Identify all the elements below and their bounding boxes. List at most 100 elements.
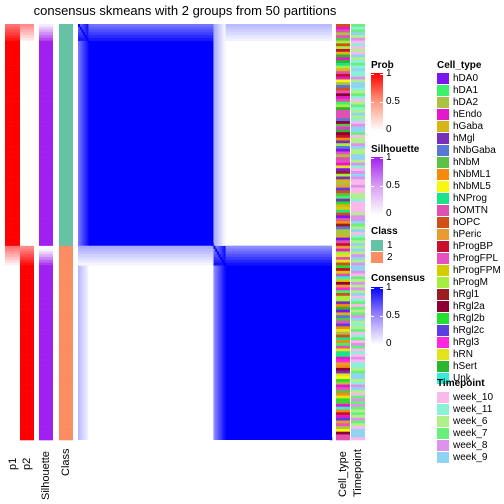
p1-cell [5,193,20,197]
cell-type-cell [336,87,350,91]
p1-cell [5,26,20,30]
consensus-diagonal-cell [233,279,236,283]
cell-type-cell [336,35,350,39]
p1-cell [5,373,20,377]
cell-type-cell [336,317,350,322]
consensus-row-cell [78,32,214,36]
timepoint-cell [351,190,365,194]
silhouette-cell [39,406,53,410]
consensus-diagonal-cell [318,417,321,421]
p2-cell [20,337,34,341]
class-cell [59,137,73,141]
consensus-diagonal-cell [243,295,246,299]
class-cell [59,229,73,233]
label-cell-type: Cell_type [337,451,349,497]
silhouette-cell [39,370,53,374]
class-cell [59,434,73,438]
timepoint-cell [351,370,365,374]
class-cell [59,387,73,391]
consensus-diagonal-cell [293,376,296,380]
p1-cell [5,434,20,438]
class-cell [59,359,73,363]
p2-cell [20,62,34,66]
timepoint-cell [351,140,365,144]
p1-cell [5,251,20,255]
consensus-row-cell [78,245,214,249]
silhouette-cell [39,121,53,125]
timepoint-cell [351,193,365,197]
consensus-diagonal-cell [326,431,329,435]
p1-cell [5,426,20,430]
silhouette-cell [39,434,53,438]
consensus-diagonal-cell [140,126,143,130]
silhouette-cell [39,229,53,233]
p1-cell [5,212,20,216]
timepoint-cell [351,273,365,277]
timepoint-cell [351,293,365,297]
cell-type-cell [336,243,350,247]
silhouette-cell [39,123,53,127]
timepoint-cell [351,312,365,316]
class-cell [59,101,73,105]
cell-type-cell [336,356,350,360]
consensus-col-cell [86,24,89,246]
p2-cell [20,68,34,72]
p2-cell [20,370,34,374]
cell-type-legend-swatch [437,121,449,132]
class-cell [59,121,73,125]
consensus-diagonal-cell [186,201,189,205]
silhouette-cell [39,290,53,294]
silhouette-cell [39,159,53,163]
consensus-row-cell [213,29,332,33]
p2-cell [20,428,34,432]
p2-cell [20,96,34,100]
class-cell [59,370,73,374]
cell-type-cell [336,428,350,432]
consensus-diagonal-cell [282,359,285,363]
cell-type-cell [336,256,350,261]
silhouette-cell [39,398,53,402]
class-cell [59,201,73,205]
consensus-diagonal-cell [262,326,265,330]
timepoint-cell [351,32,365,36]
cell-type-cell [336,262,350,266]
p1-cell [5,68,20,72]
consensus-diagonal-cell [182,195,185,200]
consensus-diagonal-cell [279,354,282,358]
p1-cell [5,232,20,236]
silhouette-cell [39,265,53,269]
cell-type-cell [336,165,350,169]
p2-cell [20,226,34,230]
timepoint-legend-swatch [437,404,449,415]
p2-cell [20,298,34,302]
timepoint-cell [351,295,365,299]
timepoint-cell [351,137,365,141]
timepoint-cell [351,395,365,399]
consensus-diagonal-cell [213,245,216,249]
class-cell [59,406,73,410]
silhouette-cell [39,98,53,102]
consensus-diagonal-cell [132,112,135,116]
silhouette-cell [39,245,53,249]
consensus-diagonal-cell [328,434,331,438]
consensus-diagonal-cell [154,148,157,152]
class-cell [59,284,73,288]
p1-cell [5,129,20,133]
class-cell [59,254,73,258]
silhouette-cell [39,342,53,347]
silhouette-cell [39,409,53,413]
silhouette-cell [39,390,53,394]
consensus-diagonal-cell [193,212,196,216]
cell-type-legend-swatch [437,109,449,120]
legend-prob-tick: 0.5 [386,96,400,107]
timepoint-cell [351,284,365,288]
silhouette-cell [39,112,53,116]
p2-cell [20,384,34,388]
p2-cell [20,234,34,238]
p1-cell [5,370,20,374]
class-cell [59,409,73,413]
consensus-diagonal-cell [96,54,99,58]
cell-type-legend-swatch [437,253,449,264]
annotation-p1 [5,24,20,441]
p1-cell [5,104,20,108]
